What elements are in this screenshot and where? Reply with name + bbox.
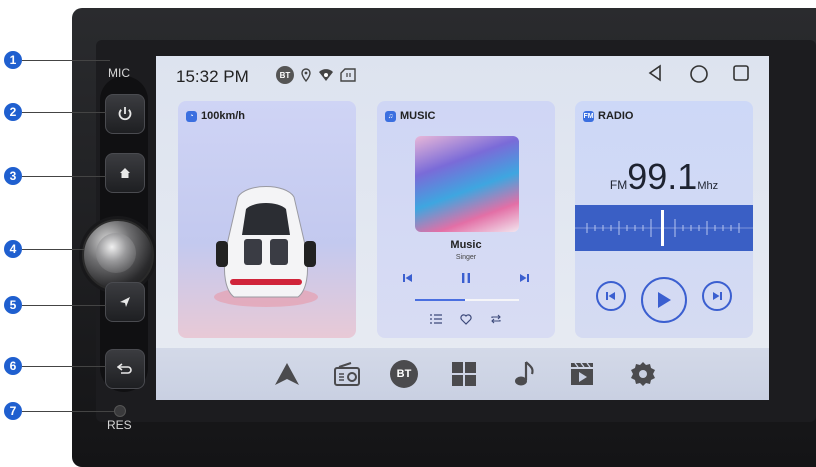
status-icons: BT (276, 66, 356, 84)
previous-track-icon[interactable] (403, 272, 413, 286)
volume-knob-cap (96, 233, 136, 273)
status-bar: 15:32 PM BT (156, 56, 769, 96)
nav-back-icon[interactable] (647, 64, 663, 88)
dock-navigation-icon[interactable] (271, 358, 303, 390)
navigation-button[interactable] (105, 282, 145, 322)
radio-seek-back-button[interactable] (596, 281, 626, 311)
song-title: Music (450, 239, 482, 251)
dock-settings-icon[interactable] (627, 358, 659, 390)
dock-bt-label: BT (390, 360, 418, 388)
mic-label: MIC (108, 66, 130, 80)
callout-line-1 (22, 60, 110, 61)
album-art (415, 136, 519, 232)
playlist-icon[interactable] (430, 314, 442, 327)
speedometer-icon: ◔ (186, 110, 197, 122)
next-track-icon[interactable] (519, 272, 529, 286)
speed-card[interactable]: ◔ 100km/h (178, 101, 356, 338)
favorite-heart-icon[interactable] (460, 314, 472, 328)
bluetooth-status-icon: BT (276, 66, 294, 84)
radio-band: FM (609, 178, 628, 192)
back-icon (117, 363, 132, 374)
callout-line-6 (22, 366, 106, 367)
callout-7: 7 (4, 402, 22, 420)
radio-seek-forward-button[interactable] (702, 281, 732, 311)
singer-name: Singer (455, 254, 477, 261)
nav-home-icon[interactable] (689, 64, 709, 90)
tuner-scale[interactable] (575, 205, 753, 251)
radio-frequency-unit: Mhz (697, 180, 719, 192)
status-time: 15:32 PM (176, 67, 249, 86)
callout-line-2 (22, 112, 106, 113)
callout-line-5 (22, 305, 106, 306)
car-image (214, 186, 318, 307)
sd-card-icon (340, 68, 356, 82)
power-icon (118, 107, 132, 121)
seek-back-icon (606, 292, 615, 300)
callout-1: 1 (4, 51, 22, 69)
back-button[interactable] (105, 349, 145, 389)
callout-6: 6 (4, 357, 22, 375)
nav-recents-icon[interactable] (732, 64, 750, 88)
dock-video-icon[interactable] (566, 358, 598, 390)
radio-frequency: FM99.1Mhz (575, 156, 753, 198)
music-title-text: MUSIC (400, 110, 436, 122)
music-progress-fill (415, 299, 465, 301)
callout-5: 5 (4, 296, 22, 314)
callout-3: 3 (4, 167, 22, 185)
music-progress-bar[interactable] (415, 299, 519, 301)
dock-music-note-icon[interactable] (508, 358, 540, 390)
callout-4: 4 (4, 240, 22, 258)
speed-card-title: ◔ 100km/h (186, 110, 245, 122)
tuner-needle (661, 210, 664, 246)
radio-card-title: FM RADIO (583, 110, 633, 122)
speed-value: 100km/h (201, 110, 246, 122)
reset-pinhole[interactable] (114, 405, 126, 417)
home-icon (120, 168, 130, 178)
wifi-signal-icon (318, 68, 334, 82)
callout-line-4 (22, 249, 84, 250)
dock-bluetooth-icon[interactable]: BT (388, 358, 420, 390)
res-label: RES (107, 418, 132, 432)
home-button[interactable] (105, 153, 145, 193)
touch-screen: 15:32 PM BT ◔ 100km/h ♫ MUSIC Music Sing… (156, 56, 769, 400)
app-dock: BT (156, 348, 769, 400)
dock-apps-grid-icon[interactable] (448, 358, 480, 390)
callout-line-3 (22, 176, 106, 177)
power-button[interactable] (105, 94, 145, 134)
fm-badge-icon: FM (583, 110, 594, 122)
music-card-title: ♫ MUSIC (385, 110, 435, 122)
radio-card[interactable]: FM RADIO FM99.1Mhz (575, 101, 753, 338)
pause-icon[interactable] (462, 272, 470, 286)
radio-title-text: RADIO (598, 110, 634, 122)
callout-line-7 (22, 411, 114, 412)
seek-forward-icon (713, 292, 722, 300)
play-icon (658, 292, 671, 308)
location-pin-icon (300, 68, 312, 82)
navigation-arrow-icon (120, 297, 130, 307)
music-card[interactable]: ♫ MUSIC Music Singer (377, 101, 555, 338)
radio-frequency-value: 99.1 (627, 156, 698, 197)
repeat-icon[interactable] (490, 314, 502, 327)
dock-radio-icon[interactable] (331, 358, 363, 390)
music-app-icon: ♫ (385, 110, 396, 122)
radio-play-button[interactable] (641, 277, 687, 323)
callout-2: 2 (4, 103, 22, 121)
